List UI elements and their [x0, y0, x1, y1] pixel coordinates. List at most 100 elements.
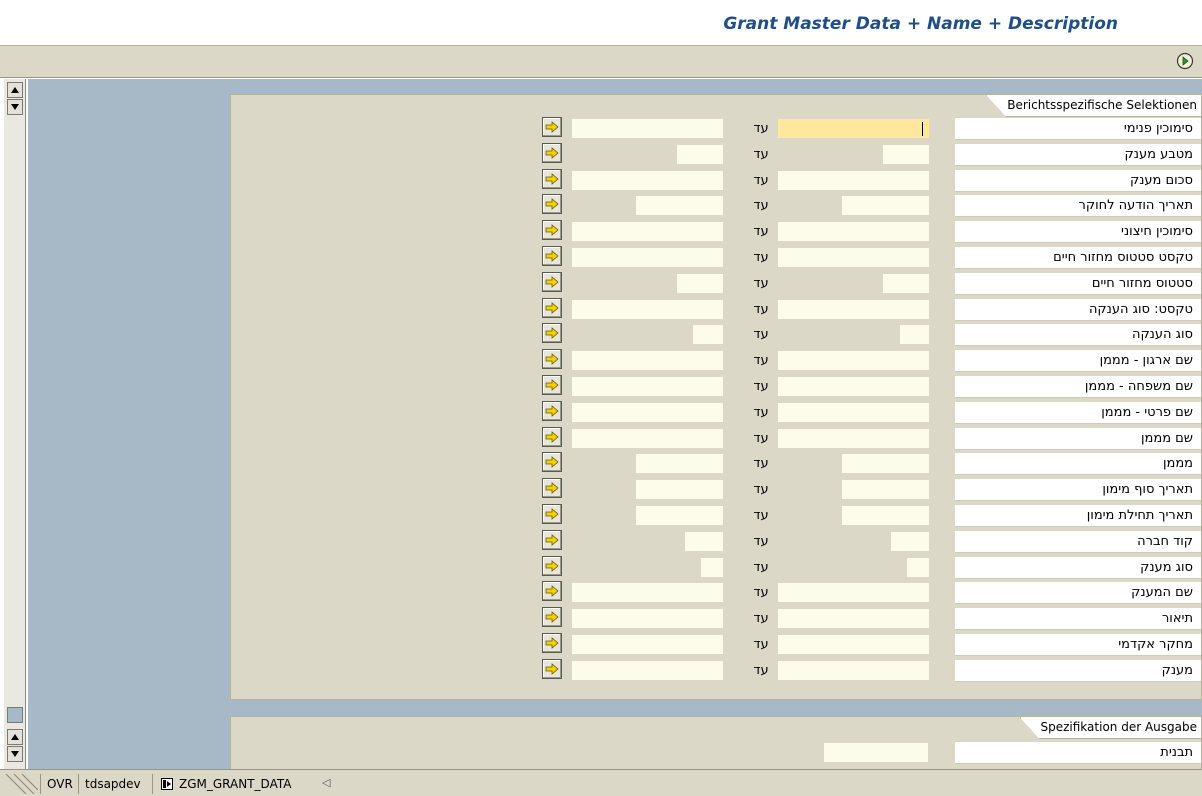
- from-value-input[interactable]: [676, 143, 724, 165]
- multiple-selection-button[interactable]: [542, 478, 562, 499]
- low-value-input[interactable]: [890, 530, 930, 552]
- from-value-input[interactable]: [571, 634, 724, 655]
- low-value-input[interactable]: [777, 427, 930, 449]
- multiple-selection-button[interactable]: [542, 168, 562, 189]
- scroll-down-button[interactable]: [7, 99, 23, 115]
- to-label: עד: [753, 275, 769, 291]
- low-value-input[interactable]: [777, 221, 930, 243]
- multiple-selection-button[interactable]: [542, 271, 562, 292]
- multiple-selection-button[interactable]: [542, 581, 562, 602]
- low-value-input[interactable]: [841, 505, 930, 526]
- multiple-selection-button[interactable]: [542, 529, 562, 550]
- low-value-input[interactable]: [777, 608, 930, 630]
- low-value-input[interactable]: [841, 479, 930, 501]
- multiple-selection-button[interactable]: [542, 607, 562, 628]
- multiple-selection-button[interactable]: [542, 375, 562, 395]
- from-value-input[interactable]: [571, 376, 724, 397]
- multiple-selection-button[interactable]: [542, 452, 562, 473]
- status-transaction-label: ZGM_GRANT_DATA: [179, 777, 292, 791]
- low-value-input[interactable]: [777, 169, 930, 191]
- status-transaction[interactable]: ZGM_GRANT_DATA: [152, 774, 297, 794]
- low-value-input[interactable]: [777, 247, 930, 268]
- to-label: עד: [753, 559, 769, 575]
- from-value-input[interactable]: [692, 324, 724, 346]
- from-value-input[interactable]: [700, 556, 724, 578]
- low-value-input[interactable]: [777, 376, 930, 397]
- text-cursor: [922, 122, 923, 136]
- multiple-selection-button[interactable]: [542, 297, 562, 318]
- multiple-selection-button[interactable]: [542, 633, 562, 653]
- multiple-selection-button[interactable]: [542, 400, 562, 421]
- multiple-selection-button[interactable]: [542, 117, 562, 137]
- to-label: עד: [753, 146, 769, 162]
- from-value-input[interactable]: [571, 427, 724, 449]
- from-value-input[interactable]: [571, 118, 724, 139]
- selection-row: עד סימוכין פנימי: [231, 117, 1202, 141]
- to-label: עד: [753, 301, 769, 317]
- selection-row: עד סוג הענקה: [231, 323, 1202, 347]
- low-value-input[interactable]: [777, 118, 930, 139]
- from-value-input[interactable]: [571, 401, 724, 423]
- from-value-input[interactable]: [571, 169, 724, 191]
- from-value-input[interactable]: [571, 608, 724, 630]
- low-value-input[interactable]: [882, 143, 930, 165]
- field-label: שם מממן: [955, 427, 1201, 450]
- low-value-input[interactable]: [777, 298, 930, 320]
- field-label: סימוכין חיצוני: [955, 221, 1201, 244]
- scroll-up-button-bottom[interactable]: [7, 729, 23, 745]
- from-value-input[interactable]: [635, 505, 724, 526]
- from-value-input[interactable]: [676, 272, 724, 294]
- low-value-input[interactable]: [841, 195, 930, 217]
- from-value-input[interactable]: [635, 479, 724, 501]
- triangle-up-icon: [11, 734, 19, 740]
- from-value-input[interactable]: [571, 659, 724, 681]
- from-value-input[interactable]: [571, 582, 724, 604]
- selection-row: עד תאריך תחילת מימון: [231, 504, 1202, 528]
- to-label: עד: [753, 482, 769, 498]
- from-value-input[interactable]: [571, 221, 724, 243]
- from-value-input[interactable]: [635, 453, 724, 475]
- from-value-input[interactable]: [684, 530, 724, 552]
- field-label: סימוכין פנימי: [955, 118, 1201, 140]
- multiple-selection-button[interactable]: [542, 194, 562, 215]
- selection-row: עד מטבע מענק: [231, 142, 1202, 167]
- layout-input[interactable]: [823, 742, 929, 763]
- from-value-input[interactable]: [571, 247, 724, 268]
- low-value-input[interactable]: [777, 634, 930, 655]
- from-value-input[interactable]: [571, 298, 724, 320]
- field-label: מחקר אקדמי: [955, 634, 1201, 656]
- triangle-down-icon: [11, 751, 19, 757]
- low-value-input[interactable]: [841, 453, 930, 475]
- low-value-input[interactable]: [906, 556, 930, 578]
- to-label: עד: [753, 637, 769, 652]
- low-value-input[interactable]: [777, 659, 930, 681]
- multiple-selection-button[interactable]: [542, 323, 562, 344]
- to-label: עד: [753, 327, 769, 343]
- selection-panel: Berichtsspezifische Selektionen עד סימוכי…: [230, 94, 1202, 700]
- multiple-selection-button[interactable]: [542, 246, 562, 266]
- execute-button[interactable]: [1174, 50, 1196, 72]
- status-collapse-icon[interactable]: ◁: [322, 776, 330, 789]
- low-value-input[interactable]: [777, 582, 930, 604]
- multiple-selection-button[interactable]: [542, 142, 562, 163]
- from-value-input[interactable]: [635, 195, 724, 217]
- low-value-input[interactable]: [777, 350, 930, 372]
- multiple-selection-button[interactable]: [542, 504, 562, 524]
- multiple-selection-button[interactable]: [542, 555, 562, 576]
- low-value-input[interactable]: [882, 272, 930, 294]
- scroll-up-button[interactable]: [7, 82, 23, 98]
- vertical-scrollbar[interactable]: [4, 79, 26, 769]
- from-value-input[interactable]: [571, 350, 724, 372]
- arrow-right-icon: [545, 637, 559, 649]
- multiple-selection-button[interactable]: [542, 220, 562, 241]
- selection-panel-title: Berichtsspezifische Selektionen: [986, 95, 1201, 117]
- scroll-down-button-bottom[interactable]: [7, 746, 23, 762]
- multiple-selection-button[interactable]: [542, 349, 562, 370]
- field-label: תאריך הודעה לחוקר: [955, 195, 1201, 218]
- scroll-thumb[interactable]: [7, 707, 23, 723]
- low-value-input[interactable]: [899, 324, 930, 346]
- low-value-input[interactable]: [777, 401, 930, 423]
- multiple-selection-button[interactable]: [542, 426, 562, 447]
- field-label: טקסט סטטוס מחזור חיים: [955, 247, 1201, 269]
- multiple-selection-button[interactable]: [542, 658, 562, 679]
